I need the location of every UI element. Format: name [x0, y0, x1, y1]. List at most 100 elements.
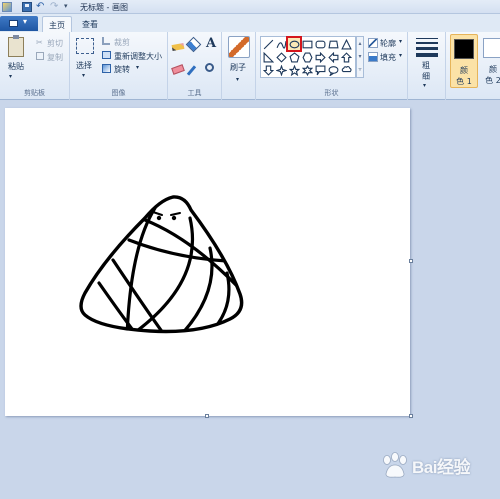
color-2-label: 颜 色 2 — [480, 64, 500, 86]
fill-dropdown-icon[interactable]: ▾ — [399, 52, 402, 59]
size-dropdown-icon[interactable]: ▾ — [423, 82, 426, 89]
copy-icon — [36, 52, 44, 60]
shapes-gallery — [260, 36, 356, 78]
clipboard-group: 粘贴 ▾ ✂ 剪切 复制 剪贴板 — [0, 32, 70, 100]
oval-shape-icon[interactable] — [286, 36, 302, 52]
canvas-resize-handle-right[interactable] — [409, 259, 413, 263]
outline-icon — [368, 38, 378, 48]
file-menu-button[interactable]: ▾ — [0, 16, 38, 31]
ribbon-tabs: ▾ 主页 查看 — [0, 14, 500, 32]
polygon-shape-icon[interactable] — [327, 38, 339, 50]
crop-icon — [102, 37, 110, 45]
four-point-star-shape-icon[interactable] — [275, 64, 287, 76]
image-group-label: 图像 — [111, 89, 126, 97]
chevron-down-icon: ▾ — [23, 17, 28, 26]
rounded-rectangle-shape-icon[interactable] — [314, 38, 326, 50]
left-arrow-shape-icon[interactable] — [327, 51, 339, 63]
diamond-shape-icon[interactable] — [275, 51, 287, 63]
color-2-swatch — [483, 38, 500, 58]
color-2-button[interactable]: 颜 色 2 — [480, 34, 500, 88]
five-point-star-shape-icon[interactable] — [288, 64, 300, 76]
color-1-label-top: 颜 — [460, 66, 468, 75]
six-point-star-shape-icon[interactable] — [301, 64, 313, 76]
color-1-label: 颜 色 1 — [451, 65, 477, 87]
zongzi-drawing — [79, 195, 244, 334]
down-arrow-shape-icon[interactable] — [262, 64, 274, 76]
triangle-shape-icon[interactable] — [340, 38, 352, 50]
tab-home[interactable]: 主页 — [42, 16, 72, 32]
brushes-button[interactable]: 刷子 — [230, 62, 246, 73]
select-dropdown-icon[interactable]: ▾ — [82, 72, 85, 79]
color-1-swatch — [454, 39, 474, 59]
text-tool-icon[interactable]: A — [206, 36, 220, 51]
oval-callout-shape-icon[interactable] — [327, 64, 339, 76]
outline-button[interactable]: 轮廓 — [380, 38, 396, 49]
clipboard-group-label: 剪贴板 — [24, 89, 45, 97]
eraser-icon[interactable] — [171, 64, 185, 75]
rectangle-shape-icon[interactable] — [301, 38, 313, 50]
rectangular-callout-shape-icon[interactable] — [314, 64, 326, 76]
resize-button[interactable]: 重新调整大小 — [114, 51, 162, 62]
shapes-group: ▴ ▾ ▿ 轮廓 ▾ 填充 ▾ 形状 — [256, 32, 408, 100]
window-title: 无标题 - 画图 — [80, 3, 128, 12]
quick-access-dropdown-icon[interactable]: ▾ — [64, 2, 68, 10]
rotate-button[interactable]: 旋转 — [114, 64, 130, 75]
right-triangle-shape-icon[interactable] — [262, 51, 274, 63]
fill-bucket-icon[interactable] — [185, 36, 202, 53]
color-2-label-top: 颜 — [489, 65, 497, 74]
drawing-canvas[interactable] — [5, 108, 410, 416]
select-icon[interactable] — [76, 38, 94, 54]
size-label-top[interactable]: 粗 — [422, 60, 430, 71]
pentagon-shape-icon[interactable] — [288, 51, 300, 63]
file-menu-icon — [9, 20, 18, 27]
canvas-resize-handle-bottom[interactable] — [205, 414, 209, 418]
outline-dropdown-icon[interactable]: ▾ — [399, 38, 402, 45]
up-arrow-shape-icon[interactable] — [340, 51, 352, 63]
cloud-callout-shape-icon[interactable] — [340, 64, 352, 76]
shapes-scroll-buttons[interactable]: ▴ ▾ ▿ — [356, 36, 364, 78]
size-label-bottom[interactable]: 细 — [422, 71, 430, 82]
color-2-label-bottom: 色 2 — [485, 76, 500, 85]
image-group: 选择 ▾ 裁剪 重新调整大小 旋转 ▾ 图像 — [70, 32, 168, 100]
save-icon[interactable] — [22, 2, 32, 12]
pencil-icon[interactable] — [171, 43, 185, 51]
shape-fill-icon — [368, 52, 378, 62]
line-shape-icon[interactable] — [262, 38, 274, 50]
ribbon: 粘贴 ▾ ✂ 剪切 复制 剪贴板 选择 ▾ 裁剪 重新调整大小 旋转 ▾ 图像 … — [0, 32, 500, 100]
paste-icon[interactable] — [8, 35, 24, 57]
tools-group-label: 工具 — [187, 89, 202, 97]
redo-icon[interactable]: ↷ — [50, 2, 60, 12]
canvas-resize-handle-corner[interactable] — [409, 414, 413, 418]
colors-group: 颜 色 1 颜 色 2 — [446, 32, 500, 100]
color-1-label-bottom: 色 1 — [456, 77, 472, 86]
watermark-text: Bai经验 — [412, 458, 470, 477]
brush-icon[interactable] — [228, 36, 250, 58]
color-1-button[interactable]: 颜 色 1 — [450, 34, 478, 88]
rotate-dropdown-icon[interactable]: ▾ — [136, 64, 139, 71]
magnifier-icon[interactable] — [205, 63, 214, 72]
line-size-icon[interactable] — [416, 38, 438, 60]
hexagon-shape-icon[interactable] — [301, 51, 313, 63]
resize-icon — [102, 51, 111, 59]
baidu-watermark: Bai经验 — [376, 452, 494, 482]
paste-dropdown-icon[interactable]: ▾ — [9, 73, 12, 80]
size-group: 粗 细 ▾ — [408, 32, 446, 100]
paste-button[interactable]: 粘贴 — [8, 61, 24, 72]
right-arrow-shape-icon[interactable] — [314, 51, 326, 63]
paw-logo-icon — [383, 452, 407, 478]
undo-icon[interactable]: ↶ — [36, 2, 46, 12]
curve-shape-icon[interactable] — [275, 38, 287, 50]
cut-button[interactable]: 剪切 — [47, 38, 63, 49]
work-area — [0, 100, 500, 499]
color-picker-icon[interactable] — [186, 65, 197, 76]
paint-app-icon[interactable] — [2, 2, 12, 12]
scissors-icon: ✂ — [36, 38, 43, 47]
shapes-group-label: 形状 — [324, 89, 339, 97]
copy-button[interactable]: 复制 — [47, 52, 63, 63]
brushes-group: 刷子 ▾ — [222, 32, 256, 100]
tab-view[interactable]: 查看 — [76, 16, 104, 32]
brushes-dropdown-icon[interactable]: ▾ — [236, 76, 239, 83]
select-button[interactable]: 选择 — [76, 60, 92, 71]
fill-button[interactable]: 填充 — [380, 52, 396, 63]
crop-button[interactable]: 裁剪 — [114, 37, 130, 48]
